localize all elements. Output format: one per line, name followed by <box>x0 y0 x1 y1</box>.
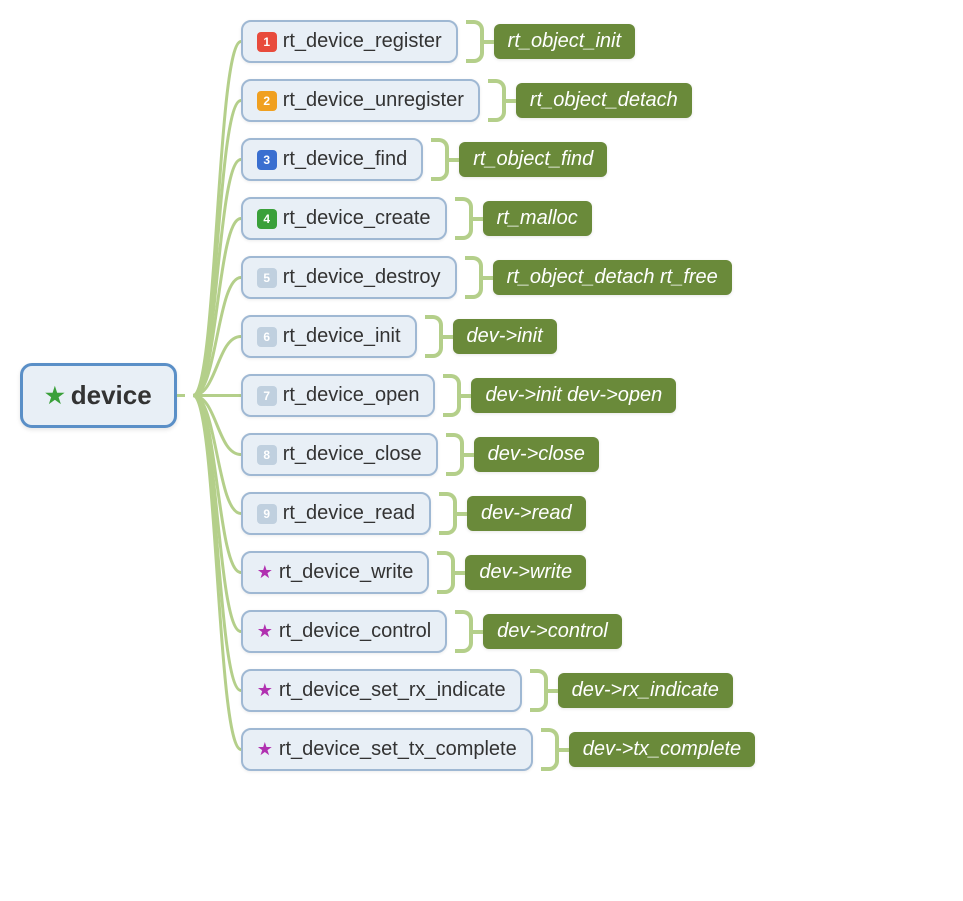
star-icon: ★ <box>257 739 273 760</box>
number-badge: 6 <box>257 327 277 347</box>
bracket-connector <box>425 315 443 358</box>
child-label: rt_device_control <box>279 620 431 643</box>
child-row: 5 rt_device_destroy rt_object_detach rt_fr… <box>241 256 755 299</box>
child-row: 4 rt_device_create rt_malloc <box>241 197 755 240</box>
root-node[interactable]: ★ device <box>20 363 177 428</box>
bracket-connector <box>439 492 457 535</box>
tag-box[interactable]: dev->control <box>483 614 622 649</box>
child-label: rt_device_read <box>283 502 415 525</box>
child-row: 3 rt_device_find rt_object_find <box>241 138 755 181</box>
child-node[interactable]: 4 rt_device_create <box>241 197 447 240</box>
root-connector <box>177 394 185 397</box>
connector-lines <box>193 20 241 771</box>
child-label: rt_device_unregister <box>283 89 464 112</box>
child-node[interactable]: 7 rt_device_open <box>241 374 436 417</box>
bracket-connector <box>488 79 506 122</box>
star-icon: ★ <box>257 562 273 583</box>
child-node[interactable]: 5 rt_device_destroy <box>241 256 457 299</box>
bracket-connector <box>431 138 449 181</box>
bracket-connector <box>455 610 473 653</box>
tag-box[interactable]: rt_object_detach <box>516 83 692 118</box>
number-badge: 3 <box>257 150 277 170</box>
child-node[interactable]: ★ rt_device_control <box>241 610 447 653</box>
star-icon: ★ <box>45 383 65 409</box>
child-node[interactable]: ★ rt_device_set_tx_complete <box>241 728 533 771</box>
child-row: ★ rt_device_set_rx_indicate dev->rx_indica… <box>241 669 755 712</box>
child-node[interactable]: 1 rt_device_register <box>241 20 458 63</box>
tag-box[interactable]: dev->init <box>453 319 557 354</box>
tag-box[interactable]: rt_object_detach rt_free <box>493 260 732 295</box>
children-container: 1 rt_device_register rt_object_init 2 rt_dev… <box>193 20 755 771</box>
bracket-connector <box>446 433 464 476</box>
bracket-connector <box>455 197 473 240</box>
bracket-connector <box>443 374 461 417</box>
number-badge: 2 <box>257 91 277 111</box>
tag-box[interactable]: rt_object_init <box>494 24 635 59</box>
child-label: rt_device_open <box>283 384 420 407</box>
child-node[interactable]: 8 rt_device_close <box>241 433 438 476</box>
tag-box[interactable]: dev->rx_indicate <box>558 673 733 708</box>
number-badge: 5 <box>257 268 277 288</box>
child-label: rt_device_close <box>283 443 422 466</box>
tag-box[interactable]: dev->tx_complete <box>569 732 755 767</box>
child-row: ★ rt_device_write dev->write <box>241 551 755 594</box>
child-row: 6 rt_device_init dev->init <box>241 315 755 358</box>
tag-box[interactable]: rt_object_find <box>459 142 607 177</box>
child-node[interactable]: 3 rt_device_find <box>241 138 424 181</box>
mindmap-root: ★ device 1 rt_device_register rt_object_in… <box>20 20 943 771</box>
bracket-connector <box>541 728 559 771</box>
bracket-connector <box>437 551 455 594</box>
child-row: 2 rt_device_unregister rt_object_detach <box>241 79 755 122</box>
tag-box[interactable]: dev->read <box>467 496 586 531</box>
tag-box[interactable]: rt_malloc <box>483 201 592 236</box>
number-badge: 8 <box>257 445 277 465</box>
child-node[interactable]: ★ rt_device_set_rx_indicate <box>241 669 522 712</box>
child-row: 7 rt_device_open dev->init dev->open <box>241 374 755 417</box>
bracket-connector <box>465 256 483 299</box>
child-row: ★ rt_device_set_tx_complete dev->tx_comple… <box>241 728 755 771</box>
child-label: rt_device_write <box>279 561 414 584</box>
child-label: rt_device_find <box>283 148 408 171</box>
child-label: rt_device_create <box>283 207 431 230</box>
bracket-connector <box>466 20 484 63</box>
child-row: 8 rt_device_close dev->close <box>241 433 755 476</box>
number-badge: 4 <box>257 209 277 229</box>
child-label: rt_device_register <box>283 30 442 53</box>
child-label: rt_device_set_rx_indicate <box>279 679 506 702</box>
star-icon: ★ <box>257 621 273 642</box>
number-badge: 7 <box>257 386 277 406</box>
child-row: 1 rt_device_register rt_object_init <box>241 20 755 63</box>
child-node[interactable]: 9 rt_device_read <box>241 492 431 535</box>
bracket-connector <box>530 669 548 712</box>
child-node[interactable]: 2 rt_device_unregister <box>241 79 480 122</box>
number-badge: 1 <box>257 32 277 52</box>
child-label: rt_device_destroy <box>283 266 441 289</box>
child-node[interactable]: ★ rt_device_write <box>241 551 430 594</box>
root-label: device <box>71 380 152 411</box>
tag-box[interactable]: dev->init dev->open <box>471 378 676 413</box>
child-label: rt_device_init <box>283 325 401 348</box>
tag-box[interactable]: dev->close <box>474 437 599 472</box>
star-icon: ★ <box>257 680 273 701</box>
child-row: 9 rt_device_read dev->read <box>241 492 755 535</box>
child-row: ★ rt_device_control dev->control <box>241 610 755 653</box>
child-label: rt_device_set_tx_complete <box>279 738 517 761</box>
number-badge: 9 <box>257 504 277 524</box>
tag-box[interactable]: dev->write <box>465 555 586 590</box>
child-node[interactable]: 6 rt_device_init <box>241 315 417 358</box>
